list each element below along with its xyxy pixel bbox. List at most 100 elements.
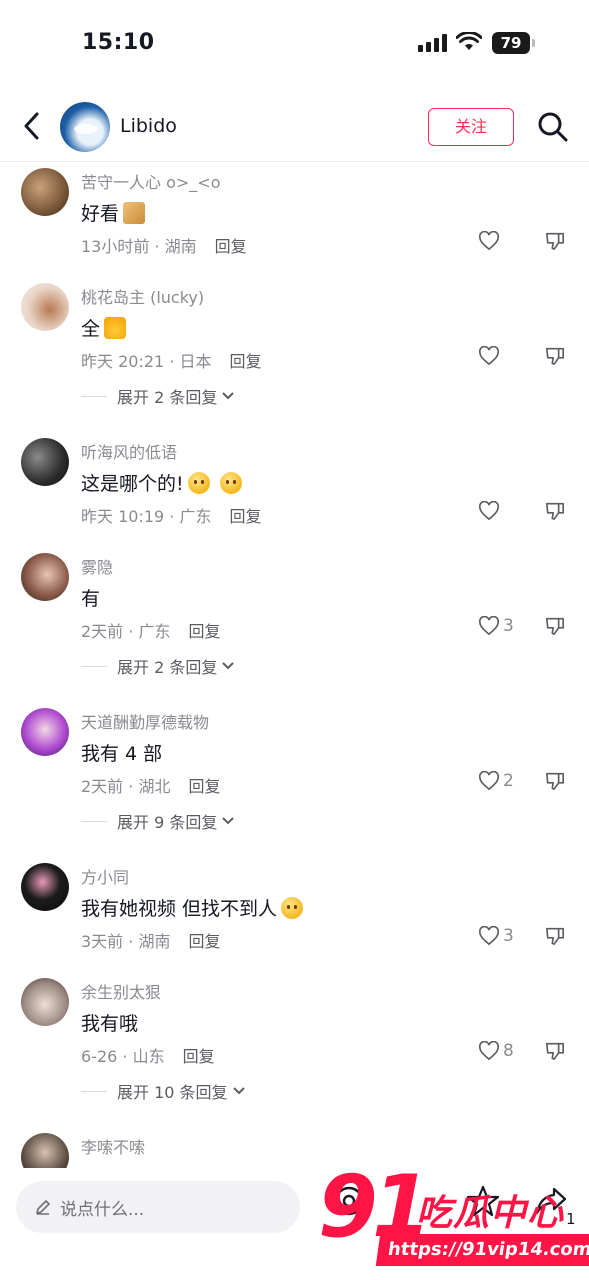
commenter-name[interactable]: 天道酬勤厚德载物 [81, 709, 209, 733]
follow-button[interactable]: 关注 [428, 108, 514, 146]
comment-meta: 昨天 10:19 · 广东 回复 [81, 503, 261, 527]
comment-body: 我有哦 [81, 1013, 139, 1035]
expand-label: 展开 2 条回复 [117, 388, 218, 407]
expand-label: 展开 2 条回复 [117, 658, 218, 677]
commenter-avatar[interactable] [21, 553, 69, 601]
dislike-button[interactable] [544, 501, 566, 525]
commenter-avatar[interactable] [21, 863, 69, 911]
reply-button[interactable]: 回复 [188, 622, 220, 641]
dislike-button[interactable] [544, 771, 566, 795]
like-count: 2 [503, 771, 514, 791]
commenter-avatar[interactable] [21, 978, 69, 1026]
comment-input-placeholder: 说点什么... [60, 1199, 145, 1220]
comment-body: 我有 4 部 [81, 743, 163, 765]
back-button[interactable] [14, 108, 50, 144]
comment-body: 全 [81, 318, 101, 340]
reply-button[interactable]: 回复 [188, 932, 220, 951]
watermark-name: 吃瓜中心 [416, 1193, 565, 1234]
reply-button[interactable]: 回复 [215, 237, 247, 256]
heart-icon [478, 231, 500, 251]
comment-body: 这是哪个的! [81, 473, 184, 495]
like-button[interactable]: 3 [478, 616, 514, 636]
chevron-down-icon [232, 1087, 245, 1095]
expand-replies-button[interactable]: 展开 2 条回复 [81, 384, 235, 408]
comment-meta: 2天前 · 湖北 回复 [81, 773, 220, 797]
dislike-button[interactable] [544, 616, 566, 640]
author-avatar[interactable] [60, 102, 110, 152]
like-button[interactable]: 3 [478, 926, 514, 946]
comment-time-location: 3天前 · 湖南 [81, 932, 171, 951]
dislike-button[interactable] [544, 346, 566, 370]
commenter-name[interactable]: 听海风的低语 [81, 439, 177, 463]
comment-time-location: 昨天 10:19 · 广东 [81, 507, 212, 526]
comment-time-location: 2天前 · 湖北 [81, 777, 171, 796]
commenter-avatar[interactable] [21, 438, 69, 486]
cat-sticker-icon [123, 201, 146, 224]
comment-input[interactable]: 说点什么... [16, 1181, 300, 1233]
thinking-face-icon [219, 471, 242, 494]
reply-button[interactable]: 回复 [183, 1047, 215, 1066]
pencil-icon [36, 1200, 50, 1215]
reply-button[interactable]: 回复 [229, 352, 261, 371]
author-name[interactable]: Libido [120, 115, 177, 137]
commenter-name[interactable]: 方小同 [81, 864, 129, 888]
like-button[interactable]: 8 [478, 1041, 514, 1061]
commenter-avatar[interactable] [21, 708, 69, 756]
chevron-down-icon [222, 662, 235, 670]
divider [81, 820, 107, 822]
like-count: 3 [503, 926, 514, 946]
battery-indicator: 79 [492, 32, 535, 54]
heart-icon [478, 616, 500, 636]
thumbs-down-icon [546, 502, 565, 520]
reply-button[interactable]: 回复 [229, 507, 261, 526]
comment-time-location: 2天前 · 广东 [81, 622, 171, 641]
expand-replies-button[interactable]: 展开 9 条回复 [81, 809, 235, 833]
commenter-name[interactable]: 雾隐 [81, 554, 113, 578]
comment-body: 我有她视频 但找不到人 [81, 898, 278, 920]
comment-text: 有 [81, 584, 100, 611]
expand-replies-button[interactable]: 展开 2 条回复 [81, 654, 235, 678]
commenter-name[interactable]: 桃花岛主 (lucky) [81, 284, 204, 308]
expand-label: 展开 9 条回复 [117, 813, 218, 832]
expand-replies-button[interactable]: 展开 10 条回复 [81, 1079, 246, 1103]
commenter-avatar[interactable] [21, 1133, 69, 1168]
commenter-avatar[interactable] [21, 283, 69, 331]
comment-list[interactable]: 苦守一人心 o>_<o 好看 13小时前 · 湖南 回复 桃花岛主 (lucky)… [0, 163, 589, 1168]
dislike-button[interactable] [544, 1041, 566, 1065]
chevron-down-icon [222, 817, 235, 825]
reply-button[interactable]: 回复 [188, 777, 220, 796]
comment-text: 我有她视频 但找不到人 [81, 894, 304, 921]
divider [81, 395, 107, 397]
like-button[interactable] [478, 231, 500, 251]
status-time: 15:10 [82, 30, 155, 55]
comment-meta: 3天前 · 湖南 回复 [81, 928, 220, 952]
comment-meta: 2天前 · 广东 回复 [81, 618, 220, 642]
commenter-avatar[interactable] [21, 168, 69, 216]
search-button[interactable] [534, 108, 572, 146]
commenter-name[interactable]: 苦守一人心 o>_<o [81, 169, 220, 193]
chevron-left-icon [24, 112, 39, 140]
dislike-button[interactable] [544, 926, 566, 950]
thumbs-up-emoji-icon [104, 316, 127, 339]
comment-text: 我有哦 [81, 1009, 138, 1036]
expand-label: 展开 10 条回复 [117, 1083, 228, 1102]
video-header: Libido 关注 [0, 96, 589, 162]
like-button[interactable]: 2 [478, 771, 514, 791]
status-bar: 15:10 79 [0, 0, 589, 88]
smile-emoji-icon [281, 896, 304, 919]
commenter-name[interactable]: 李嗦不嗦 [81, 1134, 145, 1158]
search-icon [538, 112, 568, 142]
dislike-button[interactable] [544, 231, 566, 255]
chevron-down-icon [222, 392, 235, 400]
heart-icon [478, 346, 500, 366]
watermark-logo: 91 吃瓜中心 https://91vip14.com [318, 1162, 589, 1272]
commenter-name[interactable]: 余生别太狠 [81, 979, 161, 1003]
like-button[interactable] [478, 501, 500, 521]
divider [81, 1090, 107, 1092]
thumbs-down-icon [546, 347, 565, 365]
comment-time-location: 6-26 · 山东 [81, 1047, 165, 1066]
like-button[interactable] [478, 346, 500, 366]
heart-icon [478, 771, 500, 791]
comment-meta: 13小时前 · 湖南 回复 [81, 233, 247, 257]
signal-icon [418, 34, 448, 52]
